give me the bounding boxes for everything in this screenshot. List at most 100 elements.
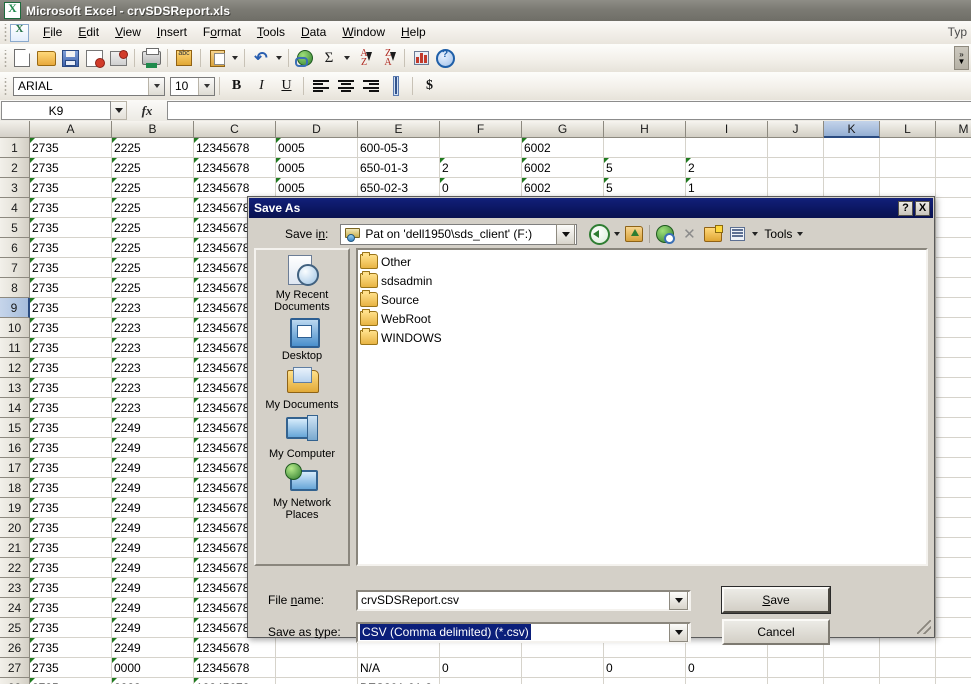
row-header-12[interactable]: 12: [0, 358, 30, 378]
cell-B22[interactable]: 2249: [112, 558, 194, 578]
bold-button[interactable]: B: [224, 75, 249, 98]
cell-M23[interactable]: [936, 578, 971, 598]
cell-M14[interactable]: [936, 398, 971, 418]
cell-B14[interactable]: 2223: [112, 398, 194, 418]
row-header-14[interactable]: 14: [0, 398, 30, 418]
close-button[interactable]: X: [915, 201, 930, 216]
cell-K2[interactable]: [824, 158, 880, 178]
cell-A4[interactable]: 2735: [30, 198, 112, 218]
cell-L27[interactable]: [880, 658, 936, 678]
cell-D3[interactable]: 0005: [276, 178, 358, 198]
font-size-combo[interactable]: 10: [170, 77, 215, 96]
cell-M4[interactable]: [936, 198, 971, 218]
merge-and-center-icon[interactable]: [383, 75, 408, 98]
cell-B18[interactable]: 2249: [112, 478, 194, 498]
cell-I2[interactable]: 2: [686, 158, 768, 178]
row-header-22[interactable]: 22: [0, 558, 30, 578]
cell-E28[interactable]: BES301-01-3: [358, 678, 440, 684]
chart-wizard-icon[interactable]: [409, 47, 433, 70]
tools-dropdown-icon[interactable]: [794, 223, 805, 245]
save-as-type-value[interactable]: CSV (Comma delimited) (*.csv): [360, 624, 531, 640]
row-header-23[interactable]: 23: [0, 578, 30, 598]
row-header-11[interactable]: 11: [0, 338, 30, 358]
cell-M1[interactable]: [936, 138, 971, 158]
column-header-k[interactable]: K: [824, 121, 880, 138]
cell-J3[interactable]: [768, 178, 824, 198]
row-header-15[interactable]: 15: [0, 418, 30, 438]
cell-I1[interactable]: [686, 138, 768, 158]
cell-A3[interactable]: 2735: [30, 178, 112, 198]
cell-M11[interactable]: [936, 338, 971, 358]
cell-A8[interactable]: 2735: [30, 278, 112, 298]
cell-B12[interactable]: 2223: [112, 358, 194, 378]
cell-B5[interactable]: 2225: [112, 218, 194, 238]
cell-E3[interactable]: 650-02-3: [358, 178, 440, 198]
cell-B19[interactable]: 2249: [112, 498, 194, 518]
cell-G3[interactable]: 6002: [522, 178, 604, 198]
row-header-10[interactable]: 10: [0, 318, 30, 338]
cell-B21[interactable]: 2249: [112, 538, 194, 558]
column-header-c[interactable]: C: [194, 121, 276, 138]
row-header-20[interactable]: 20: [0, 518, 30, 538]
cell-D28[interactable]: [276, 678, 358, 684]
menu-file[interactable]: File: [35, 22, 70, 43]
autosum-dropdown-icon[interactable]: [341, 47, 352, 70]
cell-G1[interactable]: 6002: [522, 138, 604, 158]
print-preview-icon[interactable]: [106, 47, 130, 70]
dialog-resize-handle[interactable]: [917, 620, 931, 634]
cell-M6[interactable]: [936, 238, 971, 258]
cell-H2[interactable]: 5: [604, 158, 686, 178]
cell-D1[interactable]: 0005: [276, 138, 358, 158]
cell-M21[interactable]: [936, 538, 971, 558]
cell-B2[interactable]: 2225: [112, 158, 194, 178]
cell-M3[interactable]: [936, 178, 971, 198]
cancel-button[interactable]: Cancel: [722, 619, 830, 645]
row-header-18[interactable]: 18: [0, 478, 30, 498]
cell-A25[interactable]: 2735: [30, 618, 112, 638]
cell-L28[interactable]: [880, 678, 936, 684]
permission-icon[interactable]: [82, 47, 106, 70]
save-as-type-combo[interactable]: CSV (Comma delimited) (*.csv): [356, 622, 691, 643]
help-icon[interactable]: [433, 47, 457, 70]
cell-G28[interactable]: [522, 678, 604, 684]
file-name-combo[interactable]: crvSDSReport.csv: [356, 590, 691, 611]
row-header-4[interactable]: 4: [0, 198, 30, 218]
cell-B11[interactable]: 2223: [112, 338, 194, 358]
autosum-icon[interactable]: Σ: [317, 47, 341, 70]
cell-B4[interactable]: 2225: [112, 198, 194, 218]
cell-A6[interactable]: 2735: [30, 238, 112, 258]
cell-J27[interactable]: [768, 658, 824, 678]
font-size-dropdown-icon[interactable]: [198, 78, 214, 95]
cell-A21[interactable]: 2735: [30, 538, 112, 558]
ask-a-question-box[interactable]: Typ: [948, 25, 967, 39]
new-folder-icon[interactable]: [701, 223, 725, 245]
cell-A13[interactable]: 2735: [30, 378, 112, 398]
cell-M25[interactable]: [936, 618, 971, 638]
row-header-5[interactable]: 5: [0, 218, 30, 238]
column-header-b[interactable]: B: [112, 121, 194, 138]
cell-B24[interactable]: 2249: [112, 598, 194, 618]
cell-J2[interactable]: [768, 158, 824, 178]
save-as-type-dropdown-icon[interactable]: [669, 623, 688, 642]
back-dropdown-icon[interactable]: [611, 223, 622, 245]
up-one-level-icon[interactable]: [622, 223, 646, 245]
cell-M8[interactable]: [936, 278, 971, 298]
cell-B8[interactable]: 2225: [112, 278, 194, 298]
cell-K3[interactable]: [824, 178, 880, 198]
research-icon[interactable]: [172, 47, 196, 70]
cell-A19[interactable]: 2735: [30, 498, 112, 518]
cell-A2[interactable]: 2735: [30, 158, 112, 178]
row-header-16[interactable]: 16: [0, 438, 30, 458]
cell-M5[interactable]: [936, 218, 971, 238]
menu-data[interactable]: Data: [293, 22, 334, 43]
column-header-j[interactable]: J: [768, 121, 824, 138]
cell-D2[interactable]: 0005: [276, 158, 358, 178]
save-button[interactable]: Save: [722, 587, 830, 613]
cell-A11[interactable]: 2735: [30, 338, 112, 358]
row-header-9[interactable]: 9: [0, 298, 30, 318]
menu-view[interactable]: View: [107, 22, 149, 43]
cell-H3[interactable]: 5: [604, 178, 686, 198]
column-header-f[interactable]: F: [440, 121, 522, 138]
menu-insert[interactable]: Insert: [149, 22, 195, 43]
cell-G2[interactable]: 6002: [522, 158, 604, 178]
